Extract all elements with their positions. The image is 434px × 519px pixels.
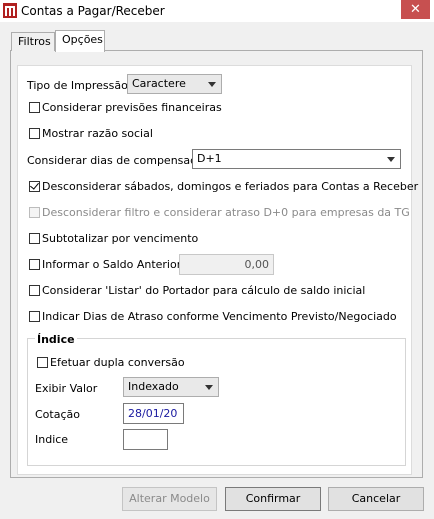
subtotalizar-label: Subtotalizar por vencimento	[42, 232, 199, 245]
tipo-impressao-label: Tipo de Impressão	[27, 79, 128, 92]
exibir-valor-label: Exibir Valor	[35, 382, 98, 395]
cotacao-input[interactable]: 28/01/20	[123, 403, 184, 424]
close-icon: ✕	[410, 2, 421, 17]
chevron-down-icon	[387, 157, 395, 162]
chevron-down-icon	[208, 82, 216, 87]
considerar-listar-checkbox[interactable]	[29, 285, 40, 296]
exibir-valor-select[interactable]: Indexado	[123, 377, 219, 397]
tab-filtros[interactable]: Filtros	[11, 32, 55, 51]
close-button[interactable]: ✕	[401, 0, 430, 19]
tab-label: Filtros	[18, 35, 51, 48]
tipo-impressao-select[interactable]: Caractere	[127, 74, 222, 94]
app-logo-icon	[3, 3, 17, 18]
mostrar-razao-label: Mostrar razão social	[42, 127, 153, 140]
dupla-conversao-label: Efetuar dupla conversão	[50, 356, 185, 369]
desconsiderar-sabados-checkbox[interactable]	[29, 181, 40, 192]
dias-compensacao-value: D+1	[197, 152, 222, 165]
desconsiderar-sabados-label: Desconsiderar sábados, domingos e feriad…	[42, 180, 419, 193]
confirmar-button[interactable]: Confirmar	[225, 487, 321, 511]
tab-label: Opções	[62, 33, 103, 46]
tab-opcoes[interactable]: Opções	[55, 30, 105, 52]
indice-label: Indice	[35, 433, 69, 446]
saldo-anterior-input[interactable]: 0,00	[179, 254, 274, 275]
cotacao-label: Cotação	[35, 408, 80, 421]
considerar-previsoes-checkbox[interactable]	[29, 102, 40, 113]
dupla-conversao-checkbox[interactable]	[37, 357, 48, 368]
desconsiderar-filtro-checkbox[interactable]	[29, 207, 40, 218]
indice-group-title: Índice	[35, 333, 77, 346]
window-title: Contas a Pagar/Receber	[21, 4, 165, 18]
tipo-impressao-value: Caractere	[132, 77, 186, 90]
chevron-down-icon	[205, 385, 213, 390]
indice-input[interactable]	[123, 429, 168, 450]
desconsiderar-filtro-label: Desconsiderar filtro e considerar atraso…	[42, 206, 410, 219]
subtotalizar-checkbox[interactable]	[29, 233, 40, 244]
mostrar-razao-checkbox[interactable]	[29, 128, 40, 139]
alterar-modelo-button[interactable]: Alterar Modelo	[122, 487, 217, 511]
saldo-anterior-checkbox[interactable]	[29, 259, 40, 270]
title-bar: Contas a Pagar/Receber ✕	[0, 0, 434, 22]
dias-compensacao-label: Considerar dias de compensação	[27, 154, 210, 167]
saldo-anterior-label: Informar o Saldo Anterior	[42, 258, 182, 271]
considerar-previsoes-label: Considerar previsões financeiras	[42, 101, 222, 114]
exibir-valor-value: Indexado	[128, 380, 179, 393]
dias-compensacao-select[interactable]: D+1	[192, 149, 401, 169]
indicar-dias-atraso-checkbox[interactable]	[29, 311, 40, 322]
cancelar-button[interactable]: Cancelar	[328, 487, 424, 511]
considerar-listar-label: Considerar 'Listar' do Portador para cál…	[42, 284, 366, 297]
indicar-dias-atraso-label: Indicar Dias de Atraso conforme Vencimen…	[42, 310, 397, 323]
